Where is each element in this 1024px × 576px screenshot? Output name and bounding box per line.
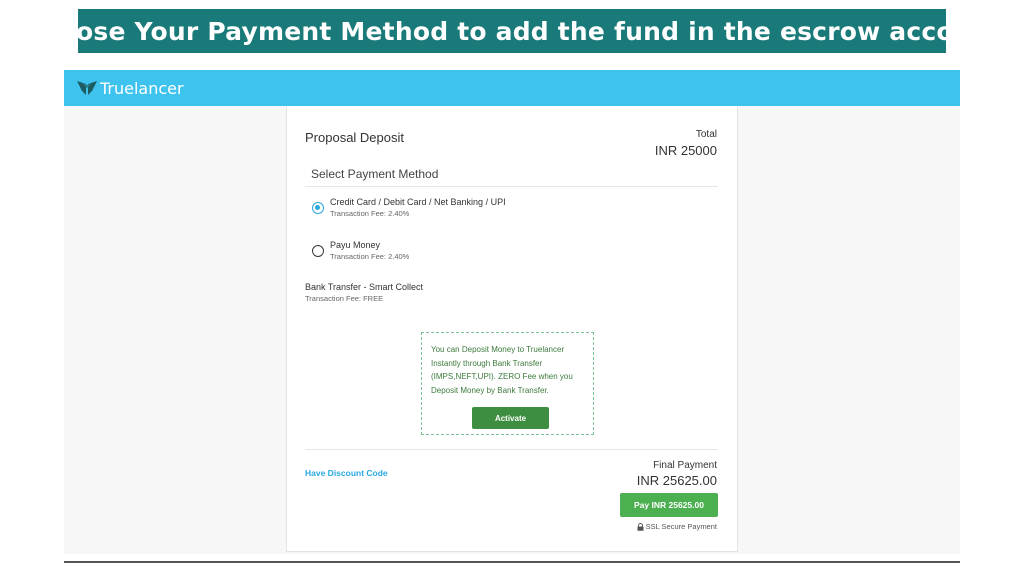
payment-method-heading: Select Payment Method [311, 167, 439, 181]
final-payment-amount: INR 25625.00 [636, 473, 717, 488]
option-fee-card: Transaction Fee: 2.40% [330, 209, 410, 218]
instruction-banner: Choose Your Payment Method to add the fu… [22, 9, 1002, 53]
bank-transfer-label: Bank Transfer - Smart Collect [305, 282, 424, 292]
final-payment-label: Final Payment [653, 460, 717, 471]
ssl-secure-note: SSL Secure Payment [637, 522, 717, 531]
bank-transfer-info-text: You can Deposit Money to Truelancer Inst… [431, 345, 573, 395]
option-fee-payu: Transaction Fee: 2.40% [330, 252, 410, 261]
payment-card: Proposal Deposit Total INR 25000 Select … [286, 106, 738, 552]
option-label-payu[interactable]: Payu Money [330, 240, 380, 250]
brand-name: Truelancer [100, 78, 184, 98]
bank-transfer-info-box: You can Deposit Money to Truelancer Inst… [421, 332, 594, 435]
total-label: Total [695, 129, 717, 140]
header-bar: Truelancer [64, 70, 960, 106]
discount-code-link[interactable]: Have Discount Code [305, 468, 388, 478]
activate-button[interactable]: Activate [472, 407, 549, 429]
option-label-card[interactable]: Credit Card / Debit Card / Net Banking /… [330, 197, 506, 207]
total-amount: INR 25000 [654, 143, 717, 158]
radio-payu-option[interactable] [312, 245, 324, 257]
divider [305, 449, 718, 450]
divider [305, 186, 718, 187]
card-title: Proposal Deposit [305, 130, 404, 145]
bank-transfer-fee: Transaction Fee: FREE [305, 294, 384, 303]
radio-card-option[interactable] [312, 202, 324, 214]
page-bottom-border [64, 561, 960, 563]
lock-icon [637, 522, 644, 531]
pay-button[interactable]: Pay INR 25625.00 [620, 493, 718, 517]
truelancer-logo-icon [76, 79, 98, 97]
ssl-secure-text: SSL Secure Payment [645, 522, 717, 531]
brand-logo[interactable]: Truelancer [76, 79, 184, 98]
